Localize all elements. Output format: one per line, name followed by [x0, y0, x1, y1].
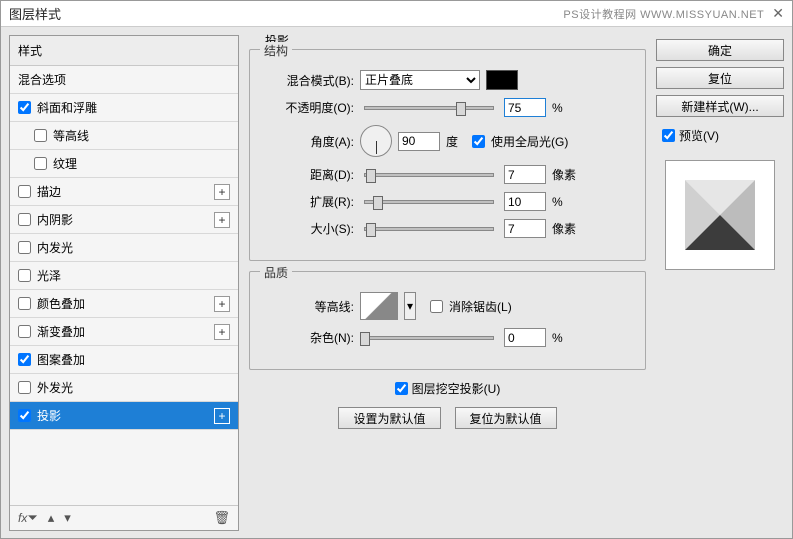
shadow-color-swatch[interactable]	[486, 70, 518, 90]
antialias-checkbox[interactable]	[430, 300, 443, 313]
global-light-checkbox[interactable]	[472, 135, 485, 148]
noise-input[interactable]	[504, 328, 546, 347]
distance-slider[interactable]	[364, 173, 494, 177]
title-bar: 图层样式 PS设计教程网 WWW.MISSYUAN.NET ✕	[1, 1, 792, 27]
style-label: 内发光	[37, 239, 230, 256]
noise-slider[interactable]	[364, 336, 494, 340]
style-row-11[interactable]: 投影+	[10, 402, 238, 430]
opacity-slider[interactable]	[364, 106, 494, 110]
spread-row: 扩展(R): %	[264, 192, 631, 211]
style-label: 颜色叠加	[37, 295, 214, 312]
trash-icon[interactable]: 🗑	[213, 510, 230, 526]
size-row: 大小(S): 像素	[264, 219, 631, 238]
fx-menu-icon[interactable]: fx⏷	[18, 510, 38, 526]
angle-row: 角度(A): 度 使用全局光(G)	[264, 125, 631, 157]
move-down-icon[interactable]: ▾	[64, 510, 71, 526]
add-effect-icon[interactable]: +	[214, 324, 230, 340]
blend-options-row[interactable]: 混合选项	[10, 66, 238, 94]
quality-fieldset: 品质 等高线: ▾ 消除锯齿(L) 杂色(N): %	[249, 271, 646, 370]
structure-fieldset: 结构 混合模式(B): 正片叠底 不透明度(O): % 角度(A): 度 使用全…	[249, 49, 646, 261]
style-label: 内阴影	[37, 211, 214, 228]
style-row-9[interactable]: 图案叠加	[10, 346, 238, 374]
size-slider[interactable]	[364, 227, 494, 231]
style-checkbox[interactable]	[18, 185, 31, 198]
contour-dropdown-icon[interactable]: ▾	[404, 292, 416, 320]
style-row-10[interactable]: 外发光	[10, 374, 238, 402]
add-effect-icon[interactable]: +	[214, 184, 230, 200]
blend-mode-row: 混合模式(B): 正片叠底	[264, 70, 631, 90]
style-row-7[interactable]: 颜色叠加+	[10, 290, 238, 318]
opacity-input[interactable]	[504, 98, 546, 117]
defaults-row: 设置为默认值 复位为默认值	[247, 407, 648, 429]
style-label: 投影	[37, 407, 214, 424]
style-row-3[interactable]: 描边+	[10, 178, 238, 206]
style-row-5[interactable]: 内发光	[10, 234, 238, 262]
style-checkbox[interactable]	[18, 381, 31, 394]
move-up-icon[interactable]: ▴	[48, 510, 55, 526]
make-default-button[interactable]: 设置为默认值	[338, 407, 440, 429]
style-row-6[interactable]: 光泽	[10, 262, 238, 290]
preview-row: 预览(V)	[662, 127, 778, 144]
styles-footer: fx⏷ ▴ ▾ 🗑	[10, 505, 238, 530]
preview-checkbox[interactable]	[662, 129, 675, 142]
structure-legend: 结构	[260, 42, 292, 59]
style-checkbox[interactable]	[34, 129, 47, 142]
style-label: 光泽	[37, 267, 230, 284]
style-label: 等高线	[53, 127, 230, 144]
style-label: 图案叠加	[37, 351, 230, 368]
distance-row: 距离(D): 像素	[264, 165, 631, 184]
style-row-1[interactable]: 等高线	[10, 122, 238, 150]
add-effect-icon[interactable]: +	[214, 296, 230, 312]
add-effect-icon[interactable]: +	[214, 408, 230, 424]
style-checkbox[interactable]	[18, 241, 31, 254]
right-panel: 确定 复位 新建样式(W)... 预览(V)	[656, 35, 784, 531]
style-checkbox[interactable]	[34, 157, 47, 170]
settings-panel: 投影 结构 混合模式(B): 正片叠底 不透明度(O): % 角度(A): 度	[247, 35, 648, 531]
knockout-checkbox[interactable]	[395, 382, 408, 395]
blend-mode-select[interactable]: 正片叠底	[360, 70, 480, 90]
size-input[interactable]	[504, 219, 546, 238]
style-checkbox[interactable]	[18, 325, 31, 338]
distance-input[interactable]	[504, 165, 546, 184]
style-row-8[interactable]: 渐变叠加+	[10, 318, 238, 346]
ok-button[interactable]: 确定	[656, 39, 784, 61]
style-checkbox[interactable]	[18, 213, 31, 226]
quality-legend: 品质	[260, 264, 292, 281]
styles-list-panel: 样式 混合选项 斜面和浮雕等高线纹理描边+内阴影+内发光光泽颜色叠加+渐变叠加+…	[9, 35, 239, 531]
style-checkbox[interactable]	[18, 101, 31, 114]
style-label: 描边	[37, 183, 214, 200]
style-checkbox[interactable]	[18, 297, 31, 310]
spread-input[interactable]	[504, 192, 546, 211]
contour-picker[interactable]	[360, 292, 398, 320]
new-style-button[interactable]: 新建样式(W)...	[656, 95, 784, 117]
style-label: 外发光	[37, 379, 230, 396]
style-checkbox[interactable]	[18, 269, 31, 282]
angle-input[interactable]	[398, 132, 440, 151]
styles-header: 样式	[10, 36, 238, 66]
add-effect-icon[interactable]: +	[214, 212, 230, 228]
spread-slider[interactable]	[364, 200, 494, 204]
style-label: 纹理	[53, 155, 230, 172]
style-checkbox[interactable]	[18, 353, 31, 366]
angle-dial[interactable]	[360, 125, 392, 157]
window-title: 图层样式	[9, 4, 563, 23]
cancel-button[interactable]: 复位	[656, 67, 784, 89]
main-area: 样式 混合选项 斜面和浮雕等高线纹理描边+内阴影+内发光光泽颜色叠加+渐变叠加+…	[1, 27, 792, 539]
preview-box	[665, 160, 775, 270]
style-checkbox[interactable]	[18, 409, 31, 422]
knockout-row: 图层挖空投影(U)	[253, 380, 642, 397]
reset-default-button[interactable]: 复位为默认值	[455, 407, 557, 429]
preview-shape	[685, 180, 755, 250]
watermark-text: PS设计教程网 WWW.MISSYUAN.NET	[563, 6, 764, 22]
noise-row: 杂色(N): %	[264, 328, 631, 347]
style-label: 渐变叠加	[37, 323, 214, 340]
style-row-2[interactable]: 纹理	[10, 150, 238, 178]
close-icon[interactable]: ✕	[772, 5, 784, 22]
contour-row: 等高线: ▾ 消除锯齿(L)	[264, 292, 631, 320]
style-row-0[interactable]: 斜面和浮雕	[10, 94, 238, 122]
style-row-4[interactable]: 内阴影+	[10, 206, 238, 234]
style-label: 斜面和浮雕	[37, 99, 230, 116]
opacity-row: 不透明度(O): %	[264, 98, 631, 117]
